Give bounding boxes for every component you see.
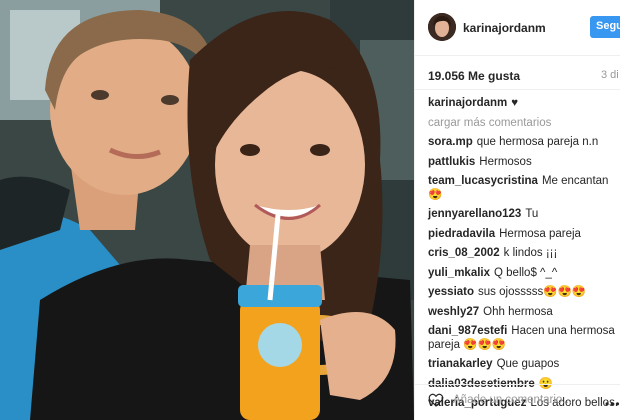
comment-username[interactable]: yessiato — [428, 286, 474, 298]
comment-text: Que guapos — [496, 358, 560, 370]
avatar[interactable] — [428, 13, 456, 41]
comment-text: sus ojosssss😍😍😍 — [478, 286, 587, 298]
comment-username[interactable]: piedradavila — [428, 228, 495, 240]
comment-item: cris_08_2002 k lindos ¡¡¡ — [428, 246, 618, 266]
add-comment-input[interactable] — [453, 389, 613, 411]
comment-text: Hermosos — [479, 155, 532, 168]
post-header: karinajordanm Seguir — [415, 0, 620, 56]
comment-text: Q bello$ ^_^ — [494, 266, 558, 279]
comment-item: team_lucasycristina Me encantan 😍 — [428, 174, 618, 207]
heart-outline-icon[interactable] — [428, 392, 444, 408]
comment-item: dani_987estefi Hacen una hermosa pareja 😍… — [428, 324, 618, 357]
avatar-image — [428, 13, 456, 41]
comment-item: pattlukis Hermosos — [428, 155, 618, 175]
comment-username[interactable]: weshly27 — [428, 306, 479, 318]
comment-username[interactable]: pattlukis — [428, 156, 475, 168]
comment-item: piedradavila Hermosa pareja — [428, 227, 618, 247]
comment-item: sora.mp que hermosa pareja n.n — [428, 135, 618, 155]
comment-item: trianakarley Que guapos — [428, 357, 618, 377]
likes-count[interactable]: 19.056 Me gusta — [428, 69, 520, 83]
load-more-comments-link[interactable]: cargar más comentarios — [428, 116, 618, 135]
more-options-icon[interactable]: ••• — [605, 397, 620, 411]
comment-item: jennyarellano123 Tu — [428, 207, 618, 227]
comment-username[interactable]: dani_987estefi — [428, 325, 507, 337]
comment-item: weshly27 Ohh hermosa — [428, 305, 618, 325]
comment-username[interactable]: trianakarley — [428, 358, 493, 370]
comment-text: Ohh hermosa — [483, 305, 553, 318]
comment-username[interactable]: jennyarellano123 — [428, 208, 521, 220]
comment-list: karinajordanm ♥ cargar más comentarios so… — [428, 96, 618, 420]
add-comment-row: ••• — [415, 384, 620, 420]
couple-selfie-image — [0, 0, 414, 420]
likes-row: 19.056 Me gusta 3 di — [415, 56, 620, 90]
post-side-panel: karinajordanm Seguir 19.056 Me gusta 3 d… — [414, 0, 620, 420]
comment-text: k lindos ¡¡¡ — [503, 247, 558, 259]
comment-text: Hermosa pareja — [499, 227, 581, 240]
follow-button[interactable]: Seguir — [590, 16, 620, 38]
comment-item: yuli_mkalix Q bello$ ^_^ — [428, 266, 618, 286]
comment-username[interactable]: yuli_mkalix — [428, 267, 490, 279]
username-link[interactable]: karinajordanm — [463, 21, 546, 35]
comment-username[interactable]: sora.mp — [428, 136, 473, 148]
post-photo[interactable] — [0, 0, 414, 420]
comment-text: que hermosa pareja n.n — [476, 136, 599, 148]
caption-username[interactable]: karinajordanm — [428, 97, 507, 109]
comment-item: yessiato sus ojosssss😍😍😍 — [428, 285, 618, 305]
caption-text: ♥ — [511, 97, 519, 109]
post-time[interactable]: 3 di — [601, 69, 619, 81]
comment-text: Tu — [525, 208, 539, 220]
comment-username[interactable]: team_lucasycristina — [428, 175, 538, 187]
post-caption: karinajordanm ♥ — [428, 96, 618, 116]
comment-username[interactable]: cris_08_2002 — [428, 247, 500, 259]
